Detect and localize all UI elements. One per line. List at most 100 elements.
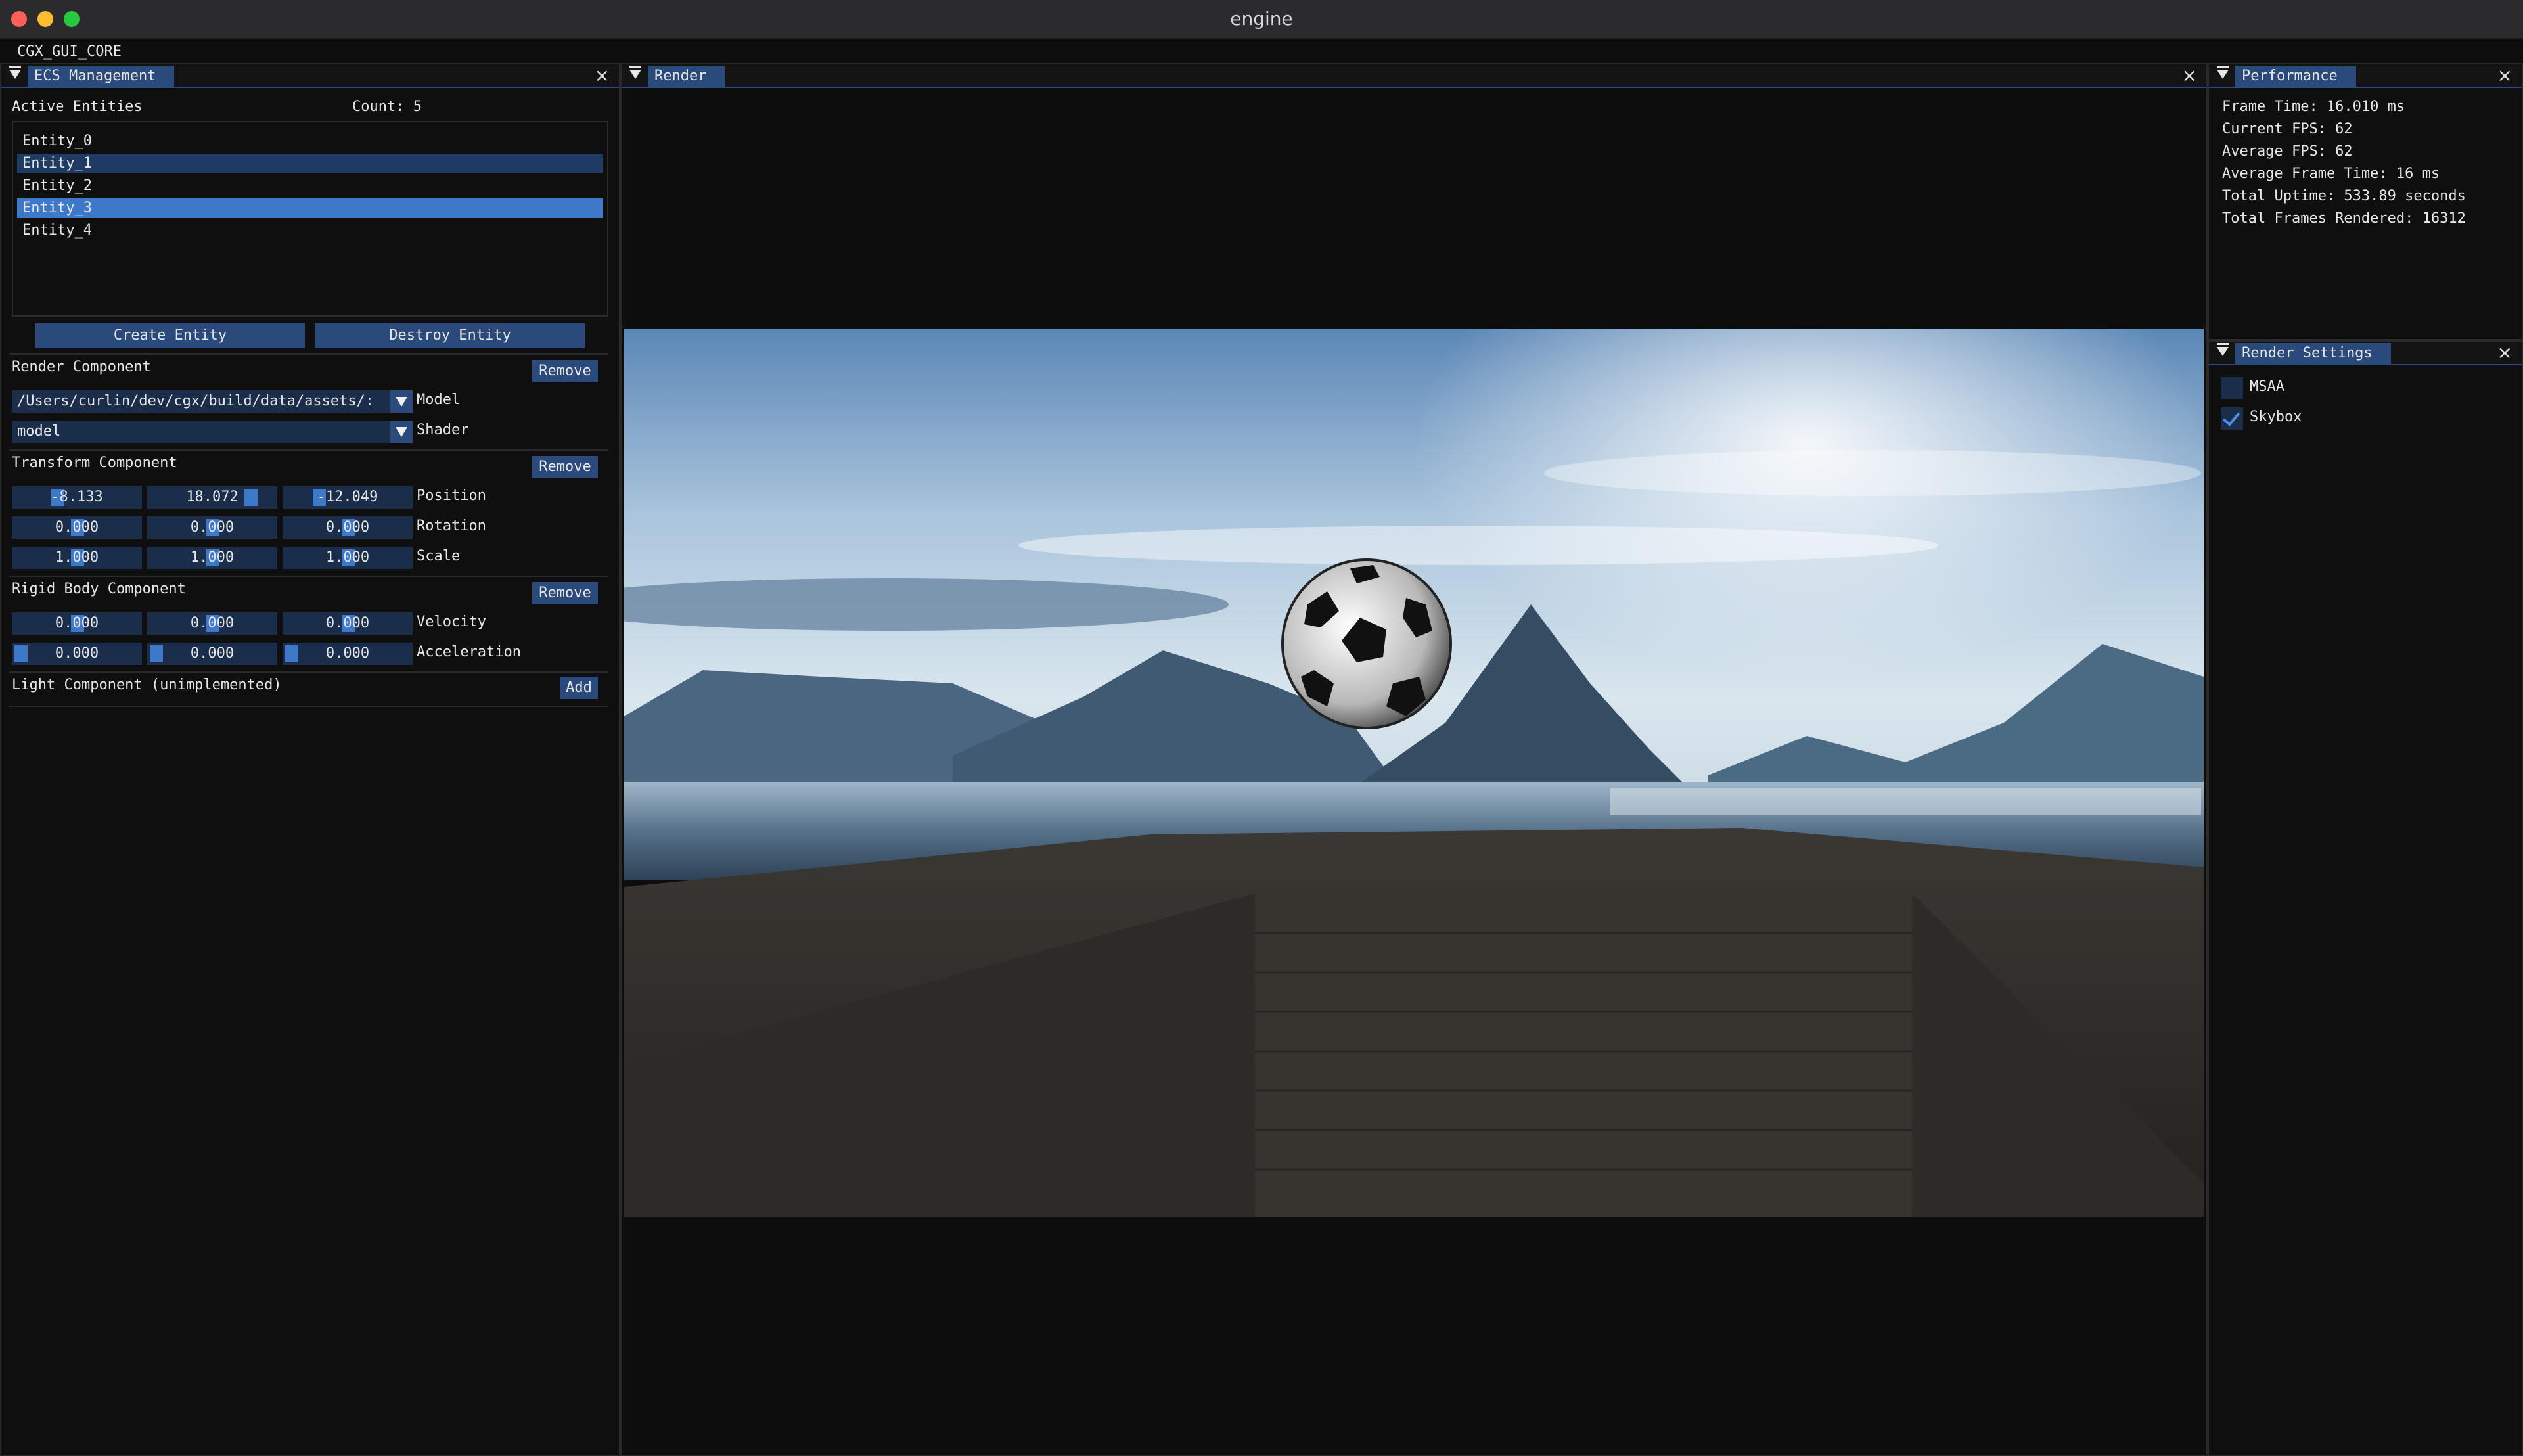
acceleration-y-value: 0.000 <box>190 645 235 662</box>
scale-z-value: 1.000 <box>325 549 370 566</box>
acceleration-y-drag[interactable]: 0.000 <box>147 643 277 665</box>
position-z-value: -12.049 <box>317 489 378 505</box>
position-y-value: 18.072 <box>186 489 239 505</box>
window-titlebar: engine <box>0 0 2523 39</box>
render-settings-panel-header: Render Settings × <box>2209 342 2522 365</box>
rotation-label: Rotation <box>417 518 486 534</box>
velocity-x-value: 0.000 <box>55 615 99 631</box>
acceleration-label: Acceleration <box>417 644 521 660</box>
close-icon[interactable]: × <box>2182 66 2197 85</box>
entity-list[interactable]: Entity_0 Entity_1 Entity_2 Entity_3 Enti… <box>12 121 608 317</box>
collapse-icon[interactable] <box>2217 66 2229 79</box>
position-y-drag[interactable]: 18.072 <box>147 486 277 509</box>
render-settings-panel: Render Settings × MSAA Skybox <box>2208 340 2523 1456</box>
collapse-icon[interactable] <box>9 66 21 79</box>
list-item-entity-2[interactable]: Entity_2 <box>17 176 603 196</box>
velocity-y-value: 0.000 <box>190 615 235 631</box>
scale-label: Scale <box>417 548 461 564</box>
average-frame-time-text: Average Frame Time: 16 ms <box>2222 166 2440 182</box>
list-item-entity-0[interactable]: Entity_0 <box>17 131 603 151</box>
light-component-title: Light Component (unimplemented) <box>12 677 282 693</box>
separator <box>9 576 608 577</box>
active-entities-label: Active Entities <box>12 99 143 115</box>
rotation-x-value: 0.000 <box>55 519 99 535</box>
separator <box>9 353 608 355</box>
scale-y-drag[interactable]: 1.000 <box>147 547 277 569</box>
menubar-label[interactable]: CGX_GUI_CORE <box>17 43 122 60</box>
performance-panel-header: Performance × <box>2209 64 2522 88</box>
rotation-y-drag[interactable]: 0.000 <box>147 516 277 539</box>
close-icon[interactable]: × <box>2497 343 2512 363</box>
rotation-z-drag[interactable]: 0.000 <box>283 516 413 539</box>
position-x-drag[interactable]: -8.133 <box>12 486 142 509</box>
tab-render-settings[interactable]: Render Settings <box>2235 343 2391 364</box>
remove-transform-component-button[interactable]: Remove <box>532 456 598 478</box>
velocity-y-drag[interactable]: 0.000 <box>147 612 277 635</box>
current-fps-text: Current FPS: 62 <box>2222 121 2353 137</box>
acceleration-z-drag[interactable]: 0.000 <box>283 643 413 665</box>
velocity-z-drag[interactable]: 0.000 <box>283 612 413 635</box>
acceleration-x-value: 0.000 <box>55 645 99 662</box>
rotation-z-value: 0.000 <box>325 519 370 535</box>
total-frames-text: Total Frames Rendered: 16312 <box>2222 210 2466 227</box>
chevron-down-icon[interactable] <box>390 421 413 443</box>
total-uptime-text: Total Uptime: 533.89 seconds <box>2222 188 2466 204</box>
list-item-entity-1[interactable]: Entity_1 <box>17 154 603 173</box>
add-light-component-button[interactable]: Add <box>560 677 598 699</box>
render-component-title: Render Component <box>12 359 151 375</box>
performance-panel: Performance × Frame Time: 16.010 ms Curr… <box>2208 63 2523 340</box>
tab-ecs-management[interactable]: ECS Management <box>28 66 175 87</box>
position-label: Position <box>417 488 486 504</box>
msaa-label: MSAA <box>2250 378 2284 395</box>
scale-x-drag[interactable]: 1.000 <box>12 547 142 569</box>
position-x-value: -8.133 <box>51 489 103 505</box>
collapse-icon[interactable] <box>2217 343 2229 356</box>
close-icon[interactable]: × <box>2497 66 2512 85</box>
entity-count-label: Count: 5 <box>352 99 422 115</box>
close-icon[interactable]: × <box>595 66 610 85</box>
separator <box>9 449 608 451</box>
skybox-checkbox[interactable] <box>2221 407 2243 430</box>
velocity-x-drag[interactable]: 0.000 <box>12 612 142 635</box>
separator <box>9 671 608 673</box>
separator <box>9 706 608 707</box>
window-title: engine <box>1230 8 1293 30</box>
shader-combo-value: model <box>17 423 61 440</box>
transform-component-title: Transform Component <box>12 455 177 471</box>
render-panel-header: Render × <box>622 64 2206 88</box>
model-combo[interactable]: /Users/curlin/dev/cgx/build/data/assets/… <box>12 390 413 413</box>
scale-y-value: 1.000 <box>190 549 235 566</box>
shader-label: Shader <box>417 422 469 438</box>
remove-rigid-body-component-button[interactable]: Remove <box>532 582 598 604</box>
collapse-icon[interactable] <box>629 66 641 79</box>
list-item-entity-3[interactable]: Entity_3 <box>17 198 603 218</box>
destroy-entity-button[interactable]: Destroy Entity <box>315 323 585 348</box>
chevron-down-icon[interactable] <box>390 390 413 413</box>
scale-x-value: 1.000 <box>55 549 99 566</box>
model-label: Model <box>417 392 461 408</box>
msaa-checkbox[interactable] <box>2221 377 2243 399</box>
position-z-drag[interactable]: -12.049 <box>283 486 413 509</box>
shader-combo[interactable]: model <box>12 421 413 443</box>
scene-image <box>624 329 2204 1217</box>
ecs-panel-header: ECS Management × <box>1 64 619 88</box>
remove-render-component-button[interactable]: Remove <box>532 360 598 382</box>
average-fps-text: Average FPS: 62 <box>2222 143 2353 160</box>
list-item-entity-4[interactable]: Entity_4 <box>17 221 603 240</box>
scale-z-drag[interactable]: 1.000 <box>283 547 413 569</box>
acceleration-z-value: 0.000 <box>325 645 370 662</box>
create-entity-button[interactable]: Create Entity <box>35 323 305 348</box>
velocity-label: Velocity <box>417 614 486 630</box>
tab-performance[interactable]: Performance <box>2235 66 2356 87</box>
skybox-label: Skybox <box>2250 409 2302 425</box>
render-viewport[interactable] <box>624 329 2204 1217</box>
frame-time-text: Frame Time: 16.010 ms <box>2222 99 2405 115</box>
tab-render[interactable]: Render <box>648 66 725 87</box>
rotation-y-value: 0.000 <box>190 519 235 535</box>
model-combo-value: /Users/curlin/dev/cgx/build/data/assets/… <box>17 393 375 409</box>
rotation-x-drag[interactable]: 0.000 <box>12 516 142 539</box>
acceleration-x-drag[interactable]: 0.000 <box>12 643 142 665</box>
velocity-z-value: 0.000 <box>325 615 370 631</box>
rigid-body-component-title: Rigid Body Component <box>12 581 186 597</box>
menubar: CGX_GUI_CORE <box>0 39 2523 63</box>
